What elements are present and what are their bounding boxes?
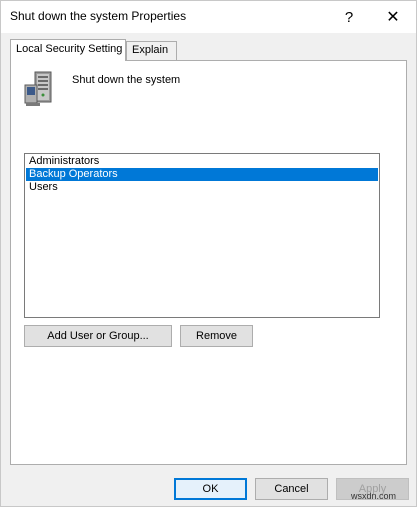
close-button[interactable]: ✕ bbox=[371, 1, 415, 33]
title-bar: Shut down the system Properties ? ✕ bbox=[1, 1, 416, 33]
help-button[interactable]: ? bbox=[327, 1, 371, 33]
remove-button[interactable]: Remove bbox=[180, 325, 253, 347]
window-title: Shut down the system Properties bbox=[10, 9, 187, 23]
watermark-text: wsxdn.com bbox=[351, 491, 397, 501]
server-computer-icon bbox=[24, 71, 52, 106]
policy-name: Shut down the system bbox=[72, 74, 181, 86]
ok-button[interactable]: OK bbox=[174, 478, 247, 500]
list-item-administrators[interactable]: Administrators bbox=[26, 155, 378, 168]
tab-explain[interactable]: Explain bbox=[126, 41, 177, 60]
properties-dialog: Shut down the system Properties ? ✕ Loca… bbox=[0, 0, 417, 507]
list-item-backup-operators[interactable]: Backup Operators bbox=[26, 168, 378, 181]
add-user-or-group-button[interactable]: Add User or Group... bbox=[24, 325, 172, 347]
list-item-users[interactable]: Users bbox=[26, 181, 378, 194]
tab-panel: Shut down the system Administrators Back… bbox=[10, 60, 407, 465]
user-group-list[interactable]: Administrators Backup Operators Users bbox=[24, 153, 380, 318]
tab-local-security-setting[interactable]: Local Security Setting bbox=[10, 39, 126, 61]
cancel-button[interactable]: Cancel bbox=[255, 478, 328, 500]
